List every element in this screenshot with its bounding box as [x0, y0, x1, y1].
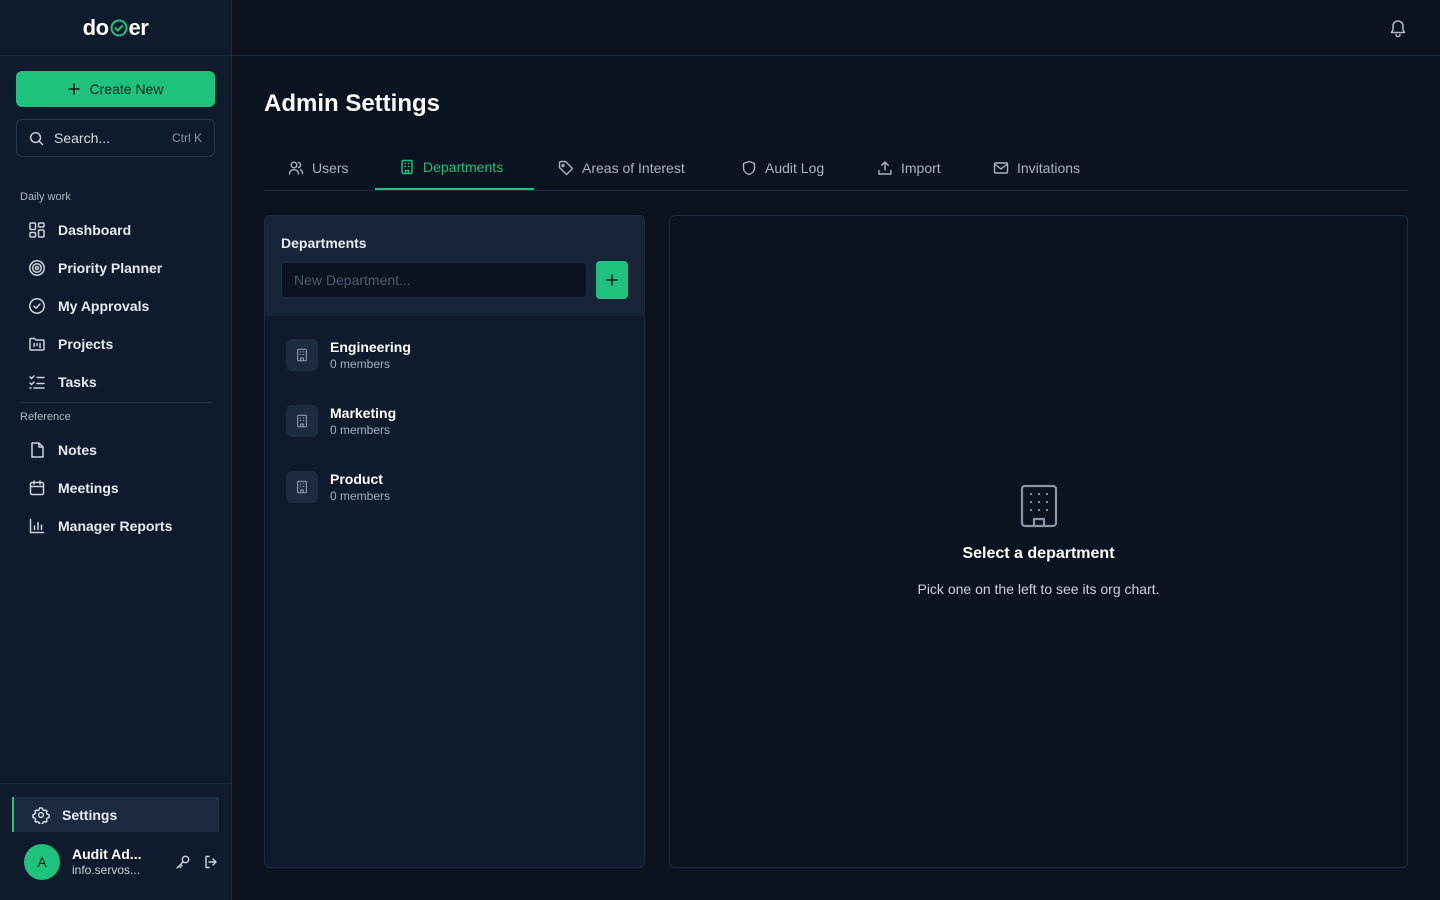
- add-department-button[interactable]: [596, 261, 628, 299]
- tab-label: Invitations: [1017, 159, 1081, 176]
- bar-chart-icon: [28, 517, 46, 535]
- logo-text-right: er: [128, 14, 149, 40]
- tab-label: Audit Log: [765, 159, 825, 176]
- departments-panel-title: Departments: [281, 235, 367, 251]
- list-checks-icon: [28, 373, 46, 391]
- user-name: Audit Ad...: [72, 846, 142, 862]
- department-text: Product 0 members: [330, 470, 390, 504]
- mail-icon: [993, 160, 1009, 176]
- sidebar-item-label: Meetings: [58, 480, 119, 496]
- sidebar-item-label: Manager Reports: [58, 518, 173, 534]
- shield-icon: [741, 160, 757, 176]
- key-icon[interactable]: [175, 854, 191, 870]
- sidebar-item-label: Notes: [58, 442, 97, 458]
- org-chart-panel: Select a department Pick one on the left…: [669, 215, 1408, 868]
- department-text: Engineering 0 members: [330, 338, 411, 372]
- upload-icon: [877, 160, 893, 176]
- file-icon: [28, 441, 46, 459]
- calendar-icon: [28, 479, 46, 497]
- department-members: 0 members: [330, 357, 391, 371]
- search-placeholder: Search...: [54, 130, 111, 146]
- tab-invitations[interactable]: Invitations: [993, 145, 1080, 190]
- users-icon: [288, 160, 304, 176]
- department-item-engineering[interactable]: Engineering 0 members: [286, 335, 626, 375]
- tab-label: Users: [312, 159, 349, 176]
- section-label-reference: Reference: [20, 411, 71, 423]
- building-icon: [1020, 484, 1058, 528]
- plus-icon: [67, 83, 80, 95]
- search-icon: [29, 131, 44, 146]
- tab-bar: Users Departments Areas of Interest Audi…: [264, 145, 1408, 191]
- top-bar: [232, 0, 1440, 56]
- building-icon: [286, 405, 318, 437]
- sidebar-item-settings[interactable]: Settings: [12, 797, 219, 832]
- target-icon: [28, 259, 46, 277]
- sidebar-item-my-approvals[interactable]: My Approvals: [16, 289, 215, 323]
- search-shortcut: Ctrl K: [172, 131, 202, 145]
- department-members: 0 members: [330, 489, 391, 503]
- user-info: Audit Ad... info.servos...: [72, 846, 163, 878]
- departments-panel-header: Departments: [265, 216, 644, 316]
- empty-state-title: Select a department: [962, 545, 1115, 562]
- logo[interactable]: do er: [0, 0, 231, 56]
- department-members: 0 members: [330, 423, 391, 437]
- user-email: info.servos...: [72, 863, 141, 877]
- logout-icon[interactable]: [203, 854, 219, 870]
- new-department-input[interactable]: [281, 262, 587, 298]
- departments-panel: Departments Engineering 0 members Market…: [264, 215, 645, 868]
- gear-icon: [32, 806, 50, 824]
- tab-label: Import: [901, 159, 941, 176]
- tab-users[interactable]: Users: [288, 145, 349, 190]
- empty-state-subtitle: Pick one on the left to see its org char…: [917, 581, 1160, 597]
- sidebar-item-label: My Approvals: [58, 298, 150, 314]
- tab-import[interactable]: Import: [877, 145, 941, 190]
- create-new-button[interactable]: Create New: [16, 71, 215, 107]
- department-name: Marketing: [330, 405, 397, 421]
- section-label-daily-work: Daily work: [20, 191, 71, 203]
- page-title: Admin Settings: [264, 90, 441, 117]
- bell-icon[interactable]: [1388, 18, 1408, 38]
- sidebar-item-label: Tasks: [58, 374, 97, 390]
- plus-icon: [606, 274, 618, 286]
- department-name: Engineering: [330, 339, 411, 355]
- avatar[interactable]: A: [24, 844, 60, 880]
- sidebar-item-manager-reports[interactable]: Manager Reports: [16, 509, 215, 543]
- folder-kanban-icon: [28, 335, 46, 353]
- search-input[interactable]: Search... Ctrl K: [16, 119, 215, 157]
- settings-label: Settings: [62, 806, 118, 823]
- check-circle-icon: [28, 297, 46, 315]
- sidebar-item-priority-planner[interactable]: Priority Planner: [16, 251, 215, 285]
- sidebar-item-label: Projects: [58, 336, 114, 352]
- sidebar-divider: [20, 402, 211, 403]
- tab-label: Areas of Interest: [582, 159, 685, 176]
- department-name: Product: [330, 471, 383, 487]
- sidebar-item-notes[interactable]: Notes: [16, 433, 215, 467]
- tab-departments[interactable]: Departments: [375, 145, 534, 190]
- department-item-product[interactable]: Product 0 members: [286, 467, 626, 507]
- department-text: Marketing 0 members: [330, 404, 396, 438]
- logo-text-left: do: [82, 14, 109, 40]
- tab-audit-log[interactable]: Audit Log: [741, 145, 824, 190]
- user-profile: A Audit Ad... info.servos...: [24, 843, 219, 881]
- sidebar-item-meetings[interactable]: Meetings: [16, 471, 215, 505]
- create-new-label: Create New: [89, 81, 164, 97]
- sidebar-item-label: Dashboard: [58, 222, 132, 238]
- building-icon: [399, 159, 415, 175]
- tag-icon: [558, 160, 574, 176]
- building-icon: [286, 339, 318, 371]
- user-actions: [175, 854, 219, 870]
- building-icon: [286, 471, 318, 503]
- tab-areas-of-interest[interactable]: Areas of Interest: [558, 145, 685, 190]
- grid-icon: [28, 221, 46, 239]
- sidebar-item-dashboard[interactable]: Dashboard: [16, 213, 215, 247]
- sidebar-item-label: Priority Planner: [58, 260, 163, 276]
- department-item-marketing[interactable]: Marketing 0 members: [286, 401, 626, 441]
- sidebar: do er Create New Search... Ctrl K Daily …: [0, 0, 232, 900]
- check-circle-logo-icon: [110, 19, 128, 37]
- sidebar-item-tasks[interactable]: Tasks: [16, 365, 215, 399]
- sidebar-item-projects[interactable]: Projects: [16, 327, 215, 361]
- new-department-row: [281, 261, 628, 299]
- tab-label: Departments: [423, 158, 504, 175]
